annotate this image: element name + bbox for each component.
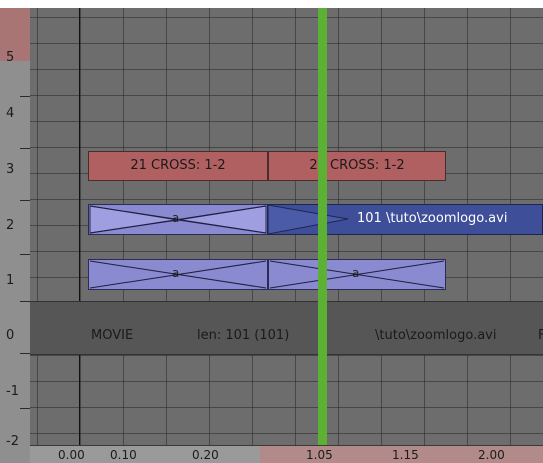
channel-label-3: 3	[6, 162, 15, 177]
channel-ruler: 5 4 3 2 1 0 -1 -2	[0, 8, 31, 463]
ruler-tick	[20, 301, 30, 302]
cross-strip-b[interactable]: 21 CROSS: 1-2	[268, 151, 446, 181]
frame-label: 1.15	[392, 448, 419, 462]
channel-label-neg2: -2	[6, 434, 19, 449]
ruler-tick	[20, 353, 30, 354]
channel-label-5: 5	[6, 50, 15, 65]
effect-marker: a	[172, 266, 180, 280]
ruler-tick	[20, 200, 30, 201]
info-strip-path: \tuto\zoomlogo.avi	[375, 328, 497, 343]
info-bar: MOVIE len: 101 (101) \tuto\zoomlogo.avi …	[30, 301, 543, 355]
frame-label: 0.00	[58, 448, 85, 462]
ruler-tick	[20, 96, 30, 97]
frame-label: 1.05	[306, 448, 333, 462]
channel-label-2: 2	[6, 218, 15, 233]
frame-label: 2.00	[478, 448, 505, 462]
ruler-tick	[20, 408, 30, 409]
effect-strip-ch1-a[interactable]: a	[88, 259, 268, 290]
current-frame-cursor[interactable]	[318, 8, 327, 445]
sequence-canvas[interactable]: MOVIE len: 101 (101) \tuto\zoomlogo.avi …	[30, 8, 543, 445]
ruler-tick	[20, 148, 30, 149]
frame-label: 0.10	[110, 448, 137, 462]
ruler-tick	[20, 254, 30, 255]
info-strip-type: MOVIE	[91, 328, 134, 343]
movie-strip-label: 101 \tuto\zoomlogo.avi	[357, 211, 508, 226]
effect-marker: a	[352, 266, 360, 280]
cross-strip-a[interactable]: 21 CROSS: 1-2	[88, 151, 268, 181]
channel-label-4: 4	[6, 106, 15, 121]
info-strip-extra: F	[538, 328, 543, 343]
frame-zero-line	[79, 8, 80, 445]
sequence-editor: 5 4 3 2 1 0 -1 -2 MOVIE len: 101 (101) \…	[0, 0, 543, 463]
frame-label: 0.20	[192, 448, 219, 462]
channel-label-neg1: -1	[6, 384, 19, 399]
info-strip-length: len: 101 (101)	[197, 328, 290, 343]
channel-label-0: 0	[6, 328, 15, 343]
movie-strip-ch2[interactable]: 101 \tuto\zoomlogo.avi	[267, 204, 543, 235]
channel-highlight	[0, 8, 30, 61]
effect-strip-ch2[interactable]: a	[88, 204, 268, 235]
effect-marker: a	[172, 211, 180, 225]
channel-label-1: 1	[6, 273, 15, 288]
effect-strip-ch1-b[interactable]: a	[268, 259, 446, 290]
frame-ruler[interactable]: 0.00 0.10 0.20 1.05 1.15 2.00	[30, 445, 543, 463]
